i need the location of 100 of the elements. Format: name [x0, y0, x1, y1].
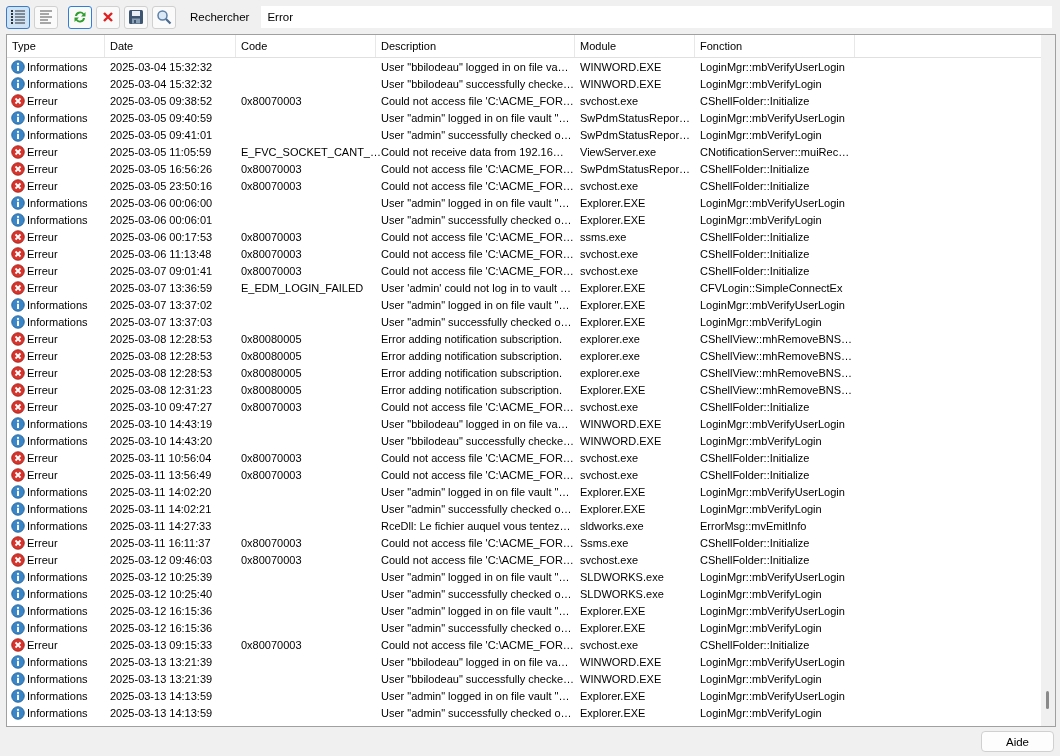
code-cell: 0x80070003 [241, 536, 302, 549]
module-cell: ViewServer.exe [580, 145, 657, 158]
type-text: Erreur [27, 400, 58, 413]
column-header[interactable]: Description [376, 35, 575, 57]
date-cell: 2025-03-04 15:32:32 [110, 60, 213, 73]
info-icon [11, 76, 25, 91]
column-header[interactable]: Module [575, 35, 695, 57]
list-view-button[interactable] [6, 5, 30, 29]
module-cell: svchost.exe [580, 264, 639, 277]
function-cell: LoginMgr::mbVerifyLogin [700, 213, 822, 226]
info-icon [11, 314, 25, 329]
module-cell: Explorer.EXE [580, 604, 646, 617]
module-cell: Explorer.EXE [580, 621, 646, 634]
module-cell: WINWORD.EXE [580, 672, 662, 685]
type-text: Erreur [27, 247, 58, 260]
description-cell: User "admin" successfully checked o… [381, 621, 572, 634]
description-cell: User "bbilodeau" logged in on file va… [381, 60, 569, 73]
description-cell: User "bbilodeau" logged in on file va… [381, 417, 569, 430]
function-cell: LoginMgr::mbVerifyLogin [700, 315, 822, 328]
date-cell: 2025-03-11 10:56:04 [110, 451, 212, 464]
function-cell: CShellFolder::Initialize [700, 468, 810, 481]
date-cell: 2025-03-06 00:06:00 [110, 196, 213, 209]
type-text: Erreur [27, 451, 58, 464]
delete-button[interactable] [96, 5, 120, 29]
help-button[interactable]: Aide [981, 731, 1054, 752]
function-cell: LoginMgr::mbVerifyLogin [700, 587, 822, 600]
module-cell: Explorer.EXE [580, 502, 646, 515]
date-cell: 2025-03-11 13:56:49 [110, 468, 212, 481]
module-cell: SwPdmStatusRepor… [580, 162, 691, 175]
module-cell: SwPdmStatusRepor… [580, 111, 691, 124]
type-text: Informations [27, 196, 88, 209]
error-icon [11, 552, 25, 567]
description-cell: User "admin" successfully checked o… [381, 587, 572, 600]
type-text: Erreur [27, 349, 58, 362]
date-cell: 2025-03-13 14:13:59 [110, 689, 213, 702]
type-text: Erreur [27, 145, 58, 158]
code-cell: 0x80070003 [241, 451, 302, 464]
type-text: Erreur [27, 536, 58, 549]
date-cell: 2025-03-12 10:25:40 [110, 587, 213, 600]
info-icon [11, 484, 25, 499]
description-cell: User "admin" logged in on file vault "… [381, 604, 570, 617]
scrollbar-thumb[interactable] [1046, 691, 1049, 709]
type-text: Informations [27, 604, 88, 617]
error-icon [11, 263, 25, 278]
type-text: Erreur [27, 638, 58, 651]
module-cell: Explorer.EXE [580, 281, 646, 294]
error-icon [11, 467, 25, 482]
type-text: Informations [27, 672, 88, 685]
column-header[interactable]: Code [236, 35, 376, 57]
module-cell: svchost.exe [580, 553, 639, 566]
type-text: Erreur [27, 230, 58, 243]
function-cell: LoginMgr::mbVerifyUserLogin [700, 60, 845, 73]
date-cell: 2025-03-11 16:11:37 [110, 536, 211, 549]
save-button[interactable] [124, 5, 148, 29]
error-icon [11, 229, 25, 244]
refresh-button[interactable] [68, 5, 92, 29]
module-cell: SwPdmStatusRepor… [580, 128, 691, 141]
description-cell: Could not access file 'C:\ACME_FOR… [381, 400, 574, 413]
description-cell: Could not access file 'C:\ACME_FOR… [381, 536, 574, 549]
description-cell: Error adding notification subscription. [381, 366, 562, 379]
close-icon [102, 11, 114, 23]
date-cell: 2025-03-11 14:02:20 [110, 485, 212, 498]
date-cell: 2025-03-11 14:27:33 [110, 519, 212, 532]
module-cell: svchost.exe [580, 179, 639, 192]
function-cell: ErrorMsg::mvEmitInfo [700, 519, 807, 532]
search-button[interactable] [152, 5, 176, 29]
date-cell: 2025-03-08 12:28:53 [110, 366, 213, 379]
error-icon [11, 365, 25, 380]
date-cell: 2025-03-05 09:40:59 [110, 111, 213, 124]
date-cell: 2025-03-12 09:46:03 [110, 553, 213, 566]
column-header[interactable]: Date [105, 35, 236, 57]
type-text: Erreur [27, 468, 58, 481]
type-text: Informations [27, 315, 88, 328]
description-cell: User "admin" logged in on file vault "… [381, 111, 570, 124]
module-cell: ssms.exe [580, 230, 627, 243]
scrollbar[interactable] [1041, 35, 1055, 726]
info-icon [11, 620, 25, 635]
module-cell: Ssms.exe [580, 536, 629, 549]
date-cell: 2025-03-13 13:21:39 [110, 655, 213, 668]
function-cell: CShellFolder::Initialize [700, 451, 810, 464]
type-text: Informations [27, 60, 88, 73]
module-cell: svchost.exe [580, 451, 639, 464]
function-cell: LoginMgr::mbVerifyUserLogin [700, 655, 845, 668]
column-header[interactable]: Type [7, 35, 105, 57]
search-field[interactable]: Error [261, 6, 1052, 28]
date-cell: 2025-03-04 15:32:32 [110, 77, 213, 90]
function-cell: CShellFolder::Initialize [700, 247, 810, 260]
function-cell: LoginMgr::mbVerifyUserLogin [700, 485, 845, 498]
module-cell: explorer.exe [580, 366, 640, 379]
module-cell: WINWORD.EXE [580, 655, 662, 668]
code-cell: 0x80070003 [241, 264, 302, 277]
error-icon [11, 144, 25, 159]
info-icon [11, 416, 25, 431]
function-cell: CShellFolder::Initialize [700, 553, 810, 566]
description-cell: Error adding notification subscription. [381, 332, 562, 345]
type-text: Informations [27, 621, 88, 634]
column-header[interactable]: Fonction [695, 35, 855, 57]
module-cell: Explorer.EXE [580, 383, 646, 396]
module-cell: Explorer.EXE [580, 298, 646, 311]
error-icon [11, 178, 25, 193]
